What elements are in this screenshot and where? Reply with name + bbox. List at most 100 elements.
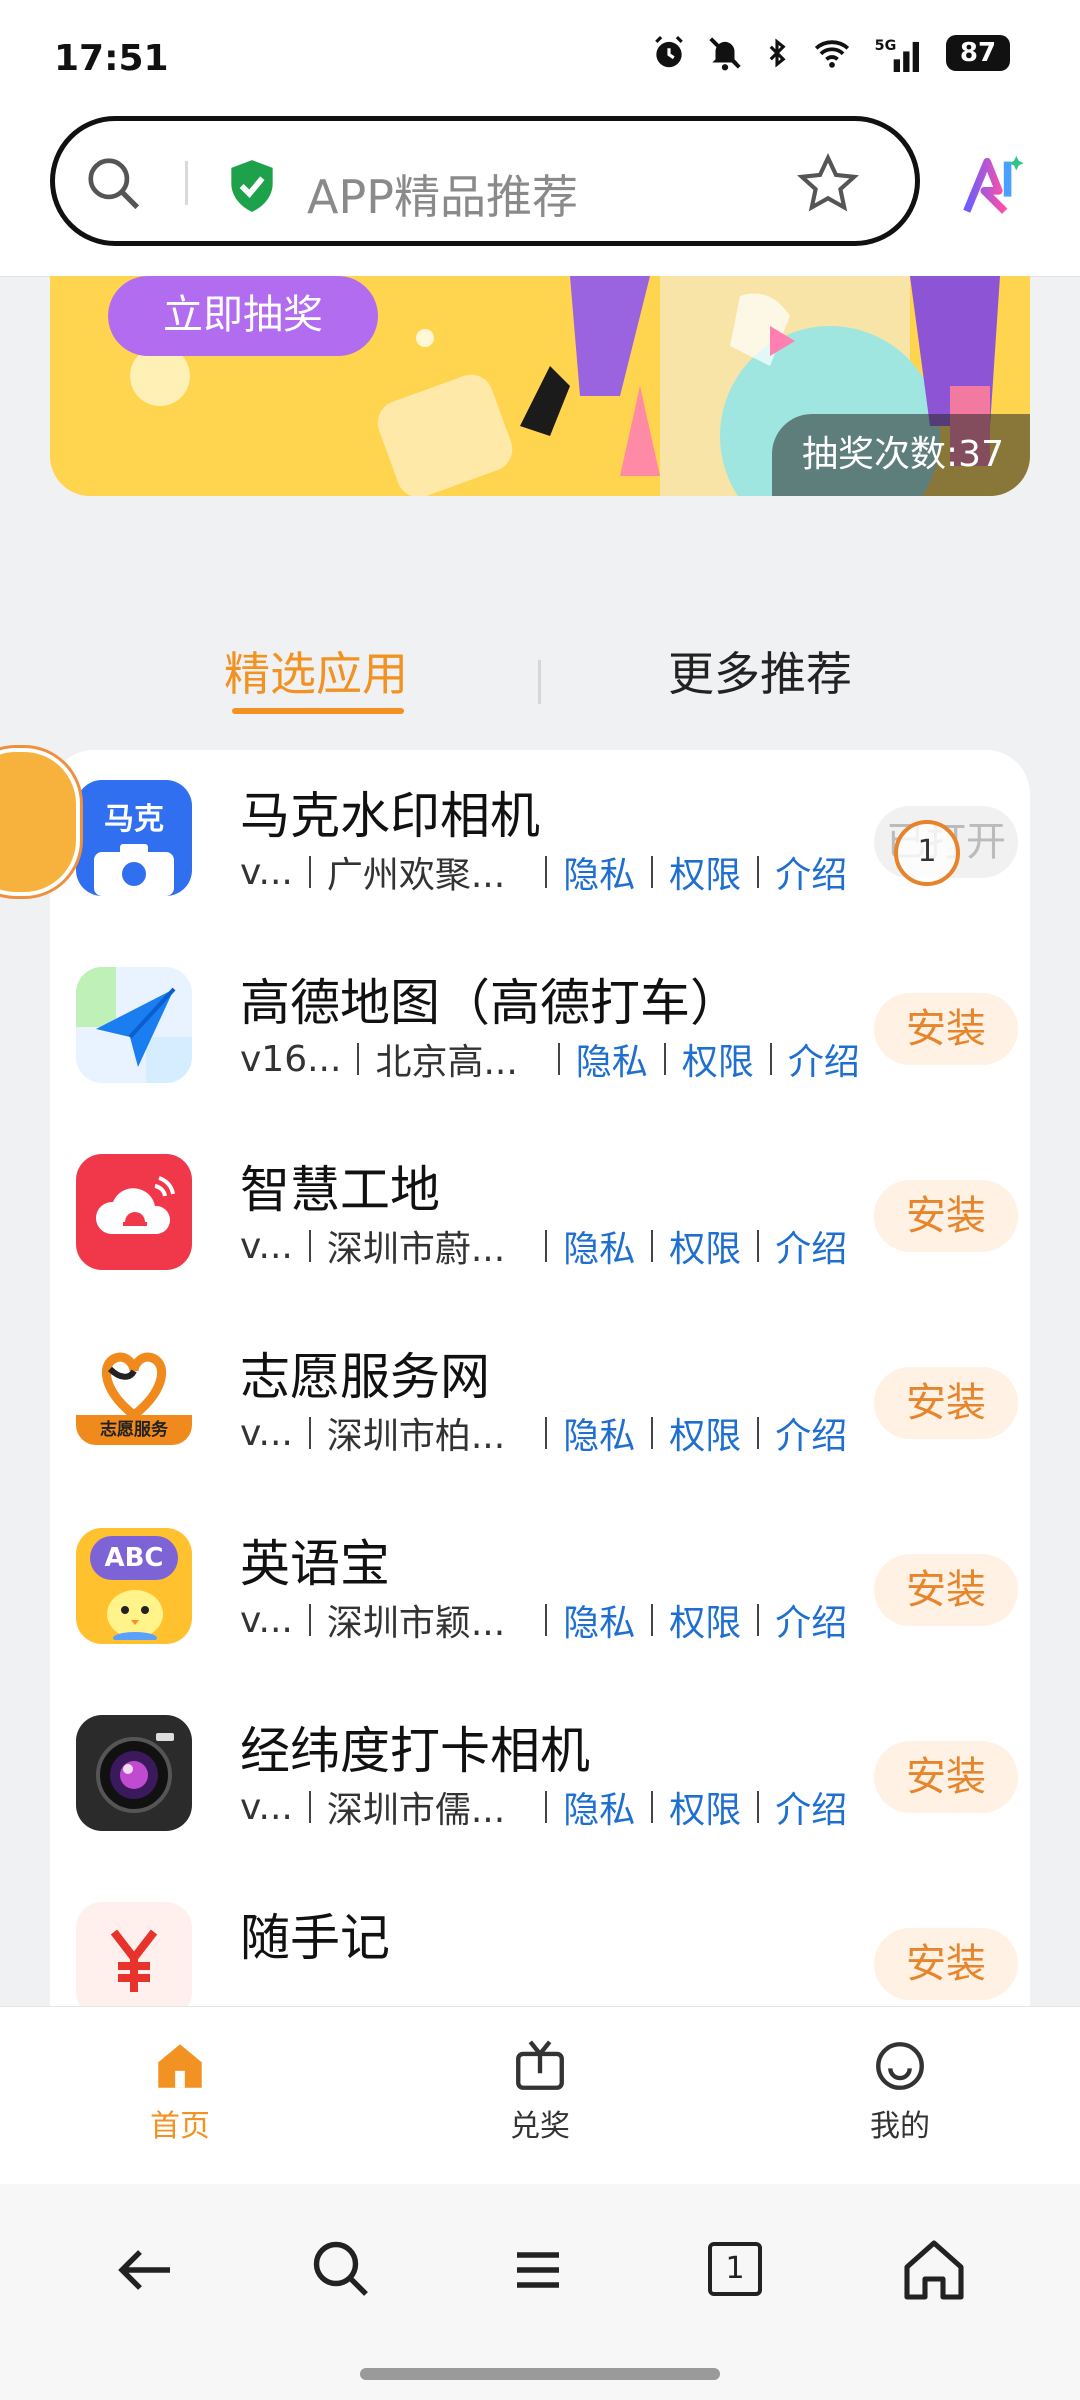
- english-app-icon: ABC: [76, 1528, 192, 1644]
- gift-tv-icon: [516, 2040, 564, 2090]
- bluetooth-icon: [769, 38, 786, 68]
- meta-divider: [651, 856, 654, 888]
- intro-link[interactable]: 介绍: [775, 1781, 847, 1833]
- meta-divider: [545, 1604, 548, 1636]
- app-meta: v... 深圳市颖... 隐私 权限 介绍: [240, 1594, 847, 1646]
- permissions-link[interactable]: 权限: [669, 1781, 741, 1833]
- permissions-link[interactable]: 权限: [682, 1033, 754, 1085]
- privacy-link[interactable]: 隐私: [563, 1220, 635, 1272]
- tab-more-recommendations[interactable]: 更多推荐: [668, 638, 852, 704]
- list-item[interactable]: ABC 英语宝 v... 深圳市颖... 隐私 权限 介绍 安装: [50, 1498, 1030, 1685]
- list-item[interactable]: 志愿服务 志愿服务网 v... 深圳市柏... 隐私 权限 介绍 安装: [50, 1311, 1030, 1498]
- app-meta: v... 广州欢聚... 隐私 权限 介绍: [240, 846, 847, 898]
- search-icon[interactable]: [306, 2234, 378, 2306]
- permissions-link[interactable]: 权限: [669, 1594, 741, 1646]
- install-button[interactable]: 安装: [874, 1928, 1018, 2000]
- app-meta: v... 深圳市柏... 隐私 权限 介绍: [240, 1407, 847, 1459]
- app-name: 马克水印相机: [240, 787, 540, 845]
- intro-link[interactable]: 介绍: [775, 1407, 847, 1459]
- app-version: v16...: [240, 1038, 342, 1080]
- meta-divider: [651, 1604, 654, 1636]
- nav-mine[interactable]: 我的: [800, 2037, 1000, 2145]
- permissions-link[interactable]: 权限: [669, 1220, 741, 1272]
- privacy-link[interactable]: 隐私: [576, 1033, 648, 1085]
- install-button[interactable]: 安装: [874, 1554, 1018, 1626]
- intro-link[interactable]: 介绍: [775, 1220, 847, 1272]
- install-button[interactable]: 安装: [874, 1741, 1018, 1813]
- marker-camera-app-icon: 马克: [76, 780, 192, 896]
- tabs-count-button[interactable]: 1: [708, 2242, 762, 2296]
- meta-divider: [651, 1791, 654, 1823]
- app-icon-text: ABC: [90, 1536, 178, 1580]
- svg-text:5G: 5G: [875, 38, 897, 54]
- lottery-banner[interactable]: 立即抽奖 抽奖次数:37: [50, 276, 1030, 496]
- amap-app-icon: [76, 967, 192, 1083]
- install-button[interactable]: 安装: [874, 993, 1018, 1065]
- search-icon[interactable]: [83, 153, 145, 215]
- chick-icon: [107, 1590, 163, 1640]
- search-placeholder[interactable]: APP精品推荐: [307, 161, 578, 227]
- privacy-link[interactable]: 隐私: [563, 1407, 635, 1459]
- battery-indicator: 87: [946, 35, 1010, 71]
- app-name: 智慧工地: [240, 1161, 440, 1219]
- app-meta: v... 深圳市蔚... 隐私 权限 介绍: [240, 1220, 847, 1272]
- nav-mine-label: 我的: [870, 2109, 930, 2144]
- lottery-button[interactable]: 立即抽奖: [108, 276, 378, 356]
- home-icon: [158, 2044, 202, 2088]
- privacy-link[interactable]: 隐私: [563, 1594, 635, 1646]
- status-bar: 17:51 5G 87: [0, 0, 1080, 110]
- app-name: 经纬度打卡相机: [240, 1722, 590, 1780]
- list-item[interactable]: 经纬度打卡相机 v... 深圳市儒... 隐私 权限 介绍 安装: [50, 1685, 1030, 1872]
- star-bookmark-icon[interactable]: [795, 151, 861, 217]
- nav-home[interactable]: 首页: [80, 2037, 280, 2145]
- tab-selected-indicator: [232, 708, 404, 714]
- suishouji-app-icon: [76, 1902, 192, 2006]
- meta-divider: [545, 1230, 548, 1262]
- camera-icon: [94, 844, 174, 896]
- list-item[interactable]: 智慧工地 v... 深圳市蔚... 隐私 权限 介绍 安装: [50, 1124, 1030, 1311]
- permissions-link[interactable]: 权限: [669, 1407, 741, 1459]
- meta-divider: [757, 1791, 760, 1823]
- home-indicator[interactable]: [360, 2368, 720, 2380]
- app-developer: 北京高...: [375, 1042, 518, 1083]
- intro-link[interactable]: 介绍: [788, 1033, 860, 1085]
- install-button[interactable]: 安装: [874, 1367, 1018, 1439]
- privacy-link[interactable]: 隐私: [563, 846, 635, 898]
- ai-assistant-icon[interactable]: [958, 150, 1028, 220]
- list-item[interactable]: 马克 马克水印相机 v... 广州欢聚... 隐私 权限 介绍 已打开 1: [50, 750, 1030, 937]
- app-version: v...: [240, 1225, 293, 1267]
- meta-divider: [557, 1043, 560, 1075]
- meta-divider: [651, 1417, 654, 1449]
- tap-marker-badge: 1: [894, 820, 960, 886]
- tab-divider: [538, 660, 541, 704]
- menu-icon[interactable]: [502, 2234, 574, 2306]
- install-button[interactable]: 安装: [874, 1180, 1018, 1252]
- alarm-icon: [655, 36, 683, 68]
- intro-link[interactable]: 介绍: [775, 846, 847, 898]
- back-arrow-icon[interactable]: [110, 2234, 182, 2306]
- intro-link[interactable]: 介绍: [775, 1594, 847, 1646]
- tab-featured-apps[interactable]: 精选应用: [224, 638, 408, 704]
- meta-divider: [757, 1230, 760, 1262]
- app-version: v...: [240, 1412, 293, 1454]
- status-icons: 5G 87: [650, 34, 1010, 72]
- search-box[interactable]: APP精品推荐: [50, 116, 920, 246]
- browser-toolbar: 1: [0, 2184, 1080, 2400]
- meta-divider: [357, 1043, 360, 1075]
- paper-plane-icon: [76, 967, 192, 1083]
- app-list: 马克 马克水印相机 v... 广州欢聚... 隐私 权限 介绍 已打开 1 高德…: [50, 750, 1030, 2006]
- meta-divider: [308, 1604, 311, 1636]
- mute-bell-icon: [709, 37, 741, 71]
- nav-rewards[interactable]: 兑奖: [440, 2037, 640, 2145]
- app-version: v...: [240, 1786, 293, 1828]
- home-icon[interactable]: [898, 2234, 970, 2306]
- app-icon-text: 马克: [104, 802, 164, 837]
- list-item[interactable]: 随手记 安装: [50, 1872, 1030, 2006]
- list-item[interactable]: 高德地图（高德打车） v16... 北京高... 隐私 权限 介绍 安装: [50, 937, 1030, 1124]
- permissions-link[interactable]: 权限: [669, 846, 741, 898]
- floating-mascot-avatar[interactable]: [0, 748, 80, 896]
- status-time: 17:51: [54, 38, 169, 79]
- privacy-link[interactable]: 隐私: [563, 1781, 635, 1833]
- cloud-helmet-icon: [95, 1176, 175, 1234]
- search-divider: [185, 161, 188, 205]
